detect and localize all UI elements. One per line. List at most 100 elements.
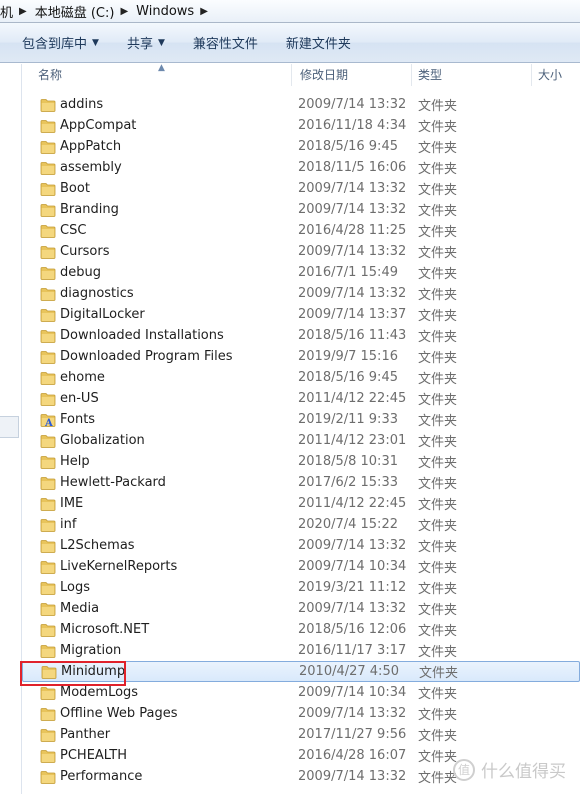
navigation-pane-selected-item[interactable] (0, 416, 19, 438)
folder-icon (40, 707, 56, 721)
file-type: 文件夹 (418, 561, 458, 576)
folder-icon (40, 140, 56, 154)
file-name: AppCompat (60, 118, 137, 133)
file-name: L2Schemas (60, 538, 135, 553)
file-modified-date: 2009/7/14 13:32 (298, 601, 407, 616)
file-row[interactable]: Globalization 2011/4/12 23:01 文件夹 (22, 430, 580, 451)
file-modified-date: 2009/7/14 13:32 (298, 706, 407, 721)
column-header-row: ▲ 名称 修改日期 类型 大小 (22, 63, 580, 86)
file-row[interactable]: Boot 2009/7/14 13:32 文件夹 (22, 178, 580, 199)
file-row[interactable]: Downloaded Program Files 2019/9/7 15:16 文件… (22, 346, 580, 367)
file-row[interactable]: Downloaded Installations 2018/5/16 11:43 文… (22, 325, 580, 346)
breadcrumb-chevron-icon[interactable]: ▶ (116, 6, 136, 17)
new-folder-label: 新建文件夹 (285, 37, 351, 52)
file-name: inf (60, 517, 77, 532)
file-row[interactable]: Migration 2016/11/17 3:17 文件夹 (22, 640, 580, 661)
file-row[interactable]: Hewlett-Packard 2017/6/2 15:33 文件夹 (22, 472, 580, 493)
folder-icon (40, 770, 56, 784)
file-name: Microsoft.NET (60, 622, 150, 637)
file-type: 文件夹 (418, 99, 458, 114)
file-name: en-US (60, 391, 99, 406)
breadcrumb-chevron-icon[interactable]: ▶ (196, 6, 216, 17)
dropdown-arrow-icon: ▼ (92, 37, 99, 48)
file-row[interactable]: DigitalLocker 2009/7/14 13:37 文件夹 (22, 304, 580, 325)
file-row[interactable]: IME 2011/4/12 22:45 文件夹 (22, 493, 580, 514)
column-header-type[interactable]: 类型 (412, 64, 532, 86)
file-row[interactable]: Offline Web Pages 2009/7/14 13:32 文件夹 (22, 703, 580, 724)
folder-icon (40, 329, 56, 343)
file-row[interactable]: AppCompat 2016/11/18 4:34 文件夹 (22, 115, 580, 136)
file-row[interactable]: Branding 2009/7/14 13:32 文件夹 (22, 199, 580, 220)
folder-icon (40, 581, 56, 595)
share-button[interactable]: 共享 ▼ (127, 33, 165, 52)
file-row[interactable]: Panther 2017/11/27 9:56 文件夹 (22, 724, 580, 745)
file-name: Globalization (60, 433, 145, 448)
file-name: LiveKernelReports (60, 559, 178, 574)
file-modified-date: 2018/5/8 10:31 (298, 454, 398, 469)
file-name: Panther (60, 727, 111, 742)
file-row[interactable]: inf 2020/7/4 15:22 文件夹 (22, 514, 580, 535)
folder-icon (40, 392, 56, 406)
file-type: 文件夹 (418, 645, 458, 660)
file-list: addins 2009/7/14 13:32 文件夹 AppCompat 2016/11… (22, 94, 580, 787)
file-type: 文件夹 (418, 351, 458, 366)
breadcrumb-local-disk[interactable]: 本地磁盘 (C:) (35, 2, 117, 21)
breadcrumb-windows[interactable]: Windows (136, 4, 196, 19)
file-name: Help (60, 454, 90, 469)
file-type: 文件夹 (418, 267, 458, 282)
file-modified-date: 2009/7/14 13:37 (298, 307, 407, 322)
file-modified-date: 2016/4/28 16:07 (298, 748, 407, 763)
file-row[interactable]: Minidump 2010/4/27 4:50 文件夹 (22, 661, 580, 682)
include-in-library-label: 包含到库中 (22, 37, 88, 52)
column-header-size[interactable]: 大小 (532, 64, 580, 86)
file-name: assembly (60, 160, 122, 175)
file-row[interactable]: Help 2018/5/8 10:31 文件夹 (22, 451, 580, 472)
file-row[interactable]: debug 2016/7/1 15:49 文件夹 (22, 262, 580, 283)
breadcrumb-computer[interactable]: 机 (0, 2, 15, 21)
file-row[interactable]: addins 2009/7/14 13:32 文件夹 (22, 94, 580, 115)
file-row[interactable]: diagnostics 2009/7/14 13:32 文件夹 (22, 283, 580, 304)
file-type: 文件夹 (418, 393, 458, 408)
address-bar[interactable]: 机 ▶ 本地磁盘 (C:) ▶ Windows ▶ (0, 0, 580, 23)
file-row[interactable]: L2Schemas 2009/7/14 13:32 文件夹 (22, 535, 580, 556)
column-header-date[interactable]: 修改日期 (292, 64, 412, 86)
file-row[interactable]: ModemLogs 2009/7/14 10:34 文件夹 (22, 682, 580, 703)
file-row[interactable]: ehome 2018/5/16 9:45 文件夹 (22, 367, 580, 388)
file-name: Offline Web Pages (60, 706, 178, 721)
folder-icon (40, 287, 56, 301)
file-modified-date: 2011/4/12 23:01 (298, 433, 407, 448)
file-name: DigitalLocker (60, 307, 145, 322)
file-modified-date: 2009/7/14 13:32 (298, 202, 407, 217)
file-type: 文件夹 (418, 204, 458, 219)
file-row[interactable]: LiveKernelReports 2009/7/14 10:34 文件夹 (22, 556, 580, 577)
breadcrumb-chevron-icon[interactable]: ▶ (15, 6, 35, 17)
file-modified-date: 2009/7/14 13:32 (298, 538, 407, 553)
file-row[interactable]: A Fonts 2019/2/11 9:33 文件夹 (22, 409, 580, 430)
file-modified-date: 2009/7/14 13:32 (298, 769, 407, 784)
folder-icon (40, 749, 56, 763)
file-name: Boot (60, 181, 90, 196)
file-modified-date: 2016/7/1 15:49 (298, 265, 398, 280)
file-name: Migration (60, 643, 122, 658)
file-modified-date: 2018/11/5 16:06 (298, 160, 407, 175)
file-row[interactable]: Media 2009/7/14 13:32 文件夹 (22, 598, 580, 619)
file-type: 文件夹 (418, 162, 458, 177)
column-header-type-label: 类型 (418, 68, 443, 82)
file-row[interactable]: assembly 2018/11/5 16:06 文件夹 (22, 157, 580, 178)
file-row[interactable]: Logs 2019/3/21 11:12 文件夹 (22, 577, 580, 598)
file-row[interactable]: en-US 2011/4/12 22:45 文件夹 (22, 388, 580, 409)
file-name: CSC (60, 223, 87, 238)
file-row[interactable]: Cursors 2009/7/14 13:32 文件夹 (22, 241, 580, 262)
file-name: addins (60, 97, 104, 112)
new-folder-button[interactable]: 新建文件夹 (286, 33, 351, 52)
file-name: ehome (60, 370, 105, 385)
column-header-name[interactable]: ▲ 名称 (22, 63, 292, 86)
file-row[interactable]: CSC 2016/4/28 11:25 文件夹 (22, 220, 580, 241)
file-name: Fonts (60, 412, 96, 427)
folder-icon (40, 350, 56, 364)
compatibility-files-button[interactable]: 兼容性文件 (193, 33, 258, 52)
file-row[interactable]: AppPatch 2018/5/16 9:45 文件夹 (22, 136, 580, 157)
folder-icon (40, 161, 56, 175)
include-in-library-button[interactable]: 包含到库中 ▼ (22, 33, 99, 52)
file-row[interactable]: Microsoft.NET 2018/5/16 12:06 文件夹 (22, 619, 580, 640)
